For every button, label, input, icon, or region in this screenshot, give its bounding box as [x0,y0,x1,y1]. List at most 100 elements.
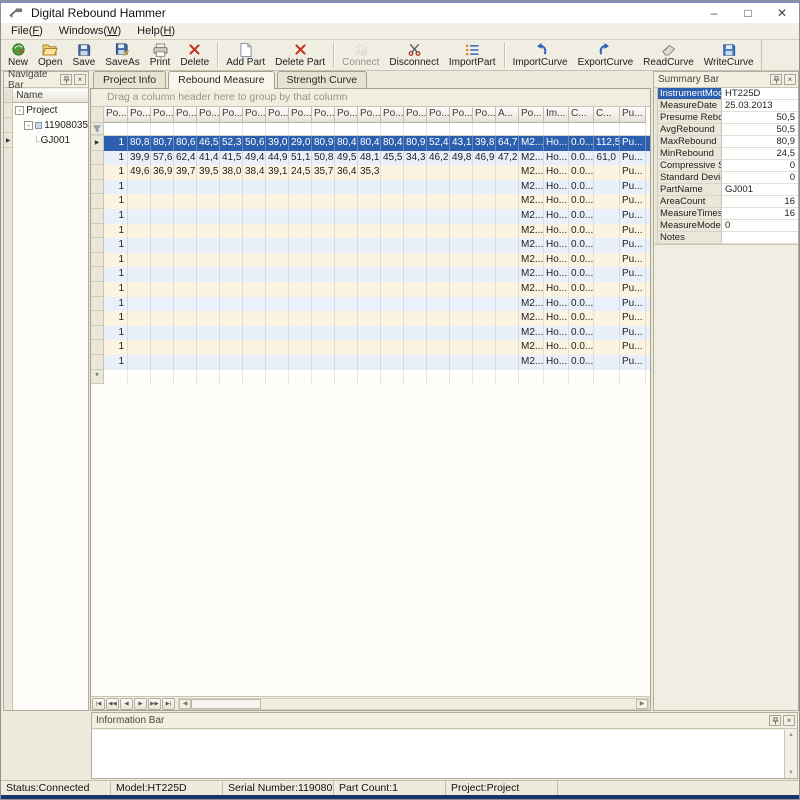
grid-cell[interactable] [594,340,620,355]
filter-cell[interactable] [104,123,128,135]
grid-cell[interactable]: 49,6 [128,165,151,180]
summary-field-value[interactable]: GJ001 [722,184,798,196]
grid-cell[interactable]: 0.0... [569,224,594,239]
grid-cell[interactable]: M2... [519,194,544,209]
column-header[interactable]: Po... [519,107,544,123]
grid-cell[interactable]: 49,5 [335,151,358,166]
grid-cell[interactable] [404,340,427,355]
grid-cell[interactable]: 39,1 [266,165,289,180]
minimize-icon[interactable]: – [697,3,731,23]
tree-column-header[interactable]: Name [13,89,88,103]
grid-cell[interactable] [335,209,358,224]
grid-cell[interactable]: Pu... [620,224,646,239]
summary-field-label[interactable]: MaxRebound [658,136,722,148]
grid-cell[interactable] [128,267,151,282]
grid-cell[interactable]: 39,8 [473,136,496,151]
grid-cell[interactable]: 46,2 [427,151,450,166]
grid-cell[interactable] [151,340,174,355]
grid-cell[interactable] [450,224,473,239]
grid-cell[interactable] [594,297,620,312]
grid-cell[interactable]: Ho... [544,267,569,282]
column-header[interactable]: Po... [289,107,312,123]
grid-cell[interactable] [496,340,519,355]
grid-cell[interactable] [289,267,312,282]
grid-cell[interactable]: Pu... [620,340,646,355]
summary-field-value[interactable]: 50,5 [722,112,798,124]
grid-cell[interactable] [358,282,381,297]
close-icon[interactable]: × [74,74,86,85]
importcurve-button[interactable]: ImportCurve [508,40,573,70]
grid-cell[interactable]: 57,6 [151,151,174,166]
column-header[interactable]: Po... [197,107,220,123]
pager-button[interactable]: ▶| [162,698,175,710]
pin-icon[interactable] [770,74,782,85]
grid-cell[interactable] [151,311,174,326]
grid-cell[interactable] [289,340,312,355]
grid-cell[interactable]: Ho... [544,297,569,312]
grid-cell[interactable] [450,194,473,209]
grid-cell[interactable] [266,180,289,195]
summary-field-label[interactable]: Standard Deviatio [658,172,722,184]
filter-cell[interactable] [335,123,358,135]
grid-cell[interactable] [427,224,450,239]
maximize-icon[interactable]: □ [731,3,765,23]
column-header[interactable]: Po... [220,107,243,123]
grid-cell[interactable] [174,282,197,297]
grid-cell[interactable]: 0.0... [569,267,594,282]
grid-cell[interactable] [404,267,427,282]
grid-cell[interactable]: 41,4 [197,151,220,166]
grid-cell[interactable] [404,311,427,326]
grid-cell[interactable]: 1 [104,326,128,341]
row-indicator[interactable] [91,267,104,282]
grid-cell[interactable] [151,326,174,341]
grid-cell[interactable] [151,370,174,385]
grid-cell[interactable]: 36,9 [151,165,174,180]
grid-cell[interactable] [243,253,266,268]
grid-cell[interactable]: 0.0... [569,311,594,326]
grid-cell[interactable]: 0.0... [569,151,594,166]
grid-cell[interactable] [450,209,473,224]
grid-cell[interactable] [381,282,404,297]
grid-cell[interactable] [151,297,174,312]
grid-cell[interactable]: Ho... [544,151,569,166]
tree-node-label[interactable]: GJ001 [41,135,70,146]
grid-cell[interactable]: 46,5 [197,136,220,151]
summary-field-label[interactable]: AvgRebound [658,124,722,136]
grid-cell[interactable]: M2... [519,165,544,180]
grid-cell[interactable]: 0.0... [569,136,594,151]
grid-cell[interactable]: Pu... [620,282,646,297]
grid-cell[interactable] [312,355,335,370]
grid-cell[interactable] [473,180,496,195]
grid-cell[interactable]: Pu... [620,326,646,341]
grid-cell[interactable] [289,297,312,312]
grid-cell[interactable] [128,297,151,312]
grid-cell[interactable]: 48,1 [358,151,381,166]
grid-cell[interactable] [594,355,620,370]
grid-cell[interactable]: 1 [104,311,128,326]
tree-node-part[interactable]: └ GJ001 [13,133,88,148]
tree-node-serial[interactable]: - 11908035 [13,118,88,133]
grid-cell[interactable] [197,355,220,370]
grid-cell[interactable] [128,340,151,355]
grid-cell[interactable] [174,180,197,195]
grid-cell[interactable] [243,326,266,341]
grid-cell[interactable] [473,311,496,326]
grid-cell[interactable]: 0.0... [569,297,594,312]
grid-cell[interactable] [496,267,519,282]
grid-cell[interactable]: Ho... [544,224,569,239]
grid-cell[interactable] [151,355,174,370]
menu-item-help[interactable]: Help(H) [129,24,183,38]
grid-cell[interactable] [128,224,151,239]
filter-cell[interactable] [289,123,312,135]
grid-cell[interactable] [335,340,358,355]
importpart-button[interactable]: ImportPart [444,40,501,70]
grid-cell[interactable]: 39,5 [197,165,220,180]
grid-cell[interactable] [220,238,243,253]
grid-cell[interactable] [128,370,151,385]
grid-cell[interactable] [289,282,312,297]
summary-field-label[interactable]: Compressive Stre [658,160,722,172]
grid-cell[interactable]: Ho... [544,311,569,326]
grid-cell[interactable] [220,370,243,385]
grid-cell[interactable]: 1 [104,165,128,180]
grid-cell[interactable] [220,297,243,312]
